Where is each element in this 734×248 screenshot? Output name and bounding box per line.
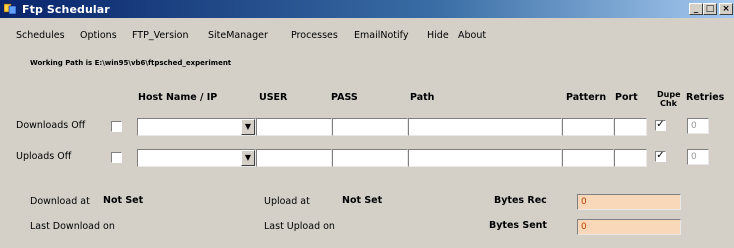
menu-site-manager[interactable]: SiteManager: [208, 30, 268, 41]
last-download-label: Last Download on: [30, 221, 115, 232]
chevron-down-icon: ▼: [244, 153, 252, 162]
downloads-pattern-input[interactable]: [562, 118, 614, 136]
working-path-label: Working Path is E:\win95\vb6\ftpsched_ex…: [30, 59, 232, 67]
upload-at-value: Not Set: [342, 195, 383, 206]
uploads-host-combo[interactable]: ▼: [137, 149, 256, 167]
minimize-button[interactable]: _: [689, 3, 703, 15]
ftp-app-icon: [4, 3, 17, 15]
column-header-pass: PASS: [331, 92, 358, 103]
column-header-retries: Retries: [686, 92, 725, 103]
bytes-rec-label: Bytes Rec: [494, 195, 547, 206]
downloads-enable-checkbox[interactable]: [111, 121, 122, 132]
menu-schedules[interactable]: Schedules: [16, 30, 65, 41]
bytes-sent-label: Bytes Sent: [489, 220, 547, 231]
downloads-path-input[interactable]: [408, 118, 562, 136]
downloads-port-input[interactable]: [614, 118, 647, 136]
window-title: Ftp Schedular: [22, 3, 110, 16]
uploads-retries-input[interactable]: 0: [687, 149, 709, 165]
close-icon: ×: [722, 4, 730, 14]
menu-about[interactable]: About: [458, 30, 486, 41]
uploads-path-input[interactable]: [408, 149, 562, 167]
downloads-off-label: Downloads Off: [16, 120, 86, 131]
menu-processes[interactable]: Processes: [291, 30, 338, 41]
upload-at-label: Upload at: [264, 196, 310, 207]
uploads-host-dropdown-button[interactable]: ▼: [241, 150, 255, 166]
maximize-button[interactable]: □: [703, 3, 717, 15]
download-at-value: Not Set: [103, 195, 144, 206]
bytes-sent-field: 0: [577, 219, 681, 235]
close-button[interactable]: ×: [719, 3, 733, 15]
downloads-pass-input[interactable]: [332, 118, 408, 136]
chevron-down-icon: ▼: [244, 122, 252, 131]
maximize-icon: □: [705, 4, 715, 14]
uploads-pass-input[interactable]: [332, 149, 408, 167]
downloads-dupe-check-checkbox[interactable]: ✓: [655, 120, 666, 131]
uploads-off-label: Uploads Off: [16, 151, 72, 162]
menu-email-notify[interactable]: EmailNotify: [354, 30, 408, 41]
uploads-enable-checkbox[interactable]: [111, 152, 122, 163]
downloads-host-combo[interactable]: ▼: [137, 118, 256, 136]
menu-options[interactable]: Options: [80, 30, 117, 41]
downloads-retries-input[interactable]: 0: [687, 118, 709, 134]
uploads-user-input[interactable]: [256, 149, 332, 167]
column-header-path: Path: [410, 92, 435, 103]
downloads-user-input[interactable]: [256, 118, 332, 136]
column-header-user: USER: [259, 92, 288, 103]
uploads-port-input[interactable]: [614, 149, 647, 167]
column-header-pattern: Pattern: [566, 92, 607, 103]
column-header-dupe-line2: Chk: [660, 99, 677, 108]
minimize-icon: _: [693, 4, 699, 14]
column-header-port: Port: [615, 92, 638, 103]
last-upload-label: Last Upload on: [264, 221, 335, 232]
download-at-label: Download at: [30, 196, 90, 207]
menu-ftp-version[interactable]: FTP_Version: [132, 30, 189, 41]
menu-hide[interactable]: Hide: [427, 30, 449, 41]
title-bar[interactable]: Ftp Schedular _ □ ×: [0, 0, 734, 18]
bytes-rec-field: 0: [577, 194, 681, 210]
uploads-pattern-input[interactable]: [562, 149, 614, 167]
downloads-host-dropdown-button[interactable]: ▼: [241, 119, 255, 135]
uploads-dupe-check-checkbox[interactable]: ✓: [655, 151, 666, 162]
column-header-host: Host Name / IP: [138, 92, 218, 103]
check-icon: ✓: [656, 119, 665, 130]
column-header-dupe-line1: Dupe: [657, 90, 681, 99]
check-icon: ✓: [656, 150, 665, 161]
